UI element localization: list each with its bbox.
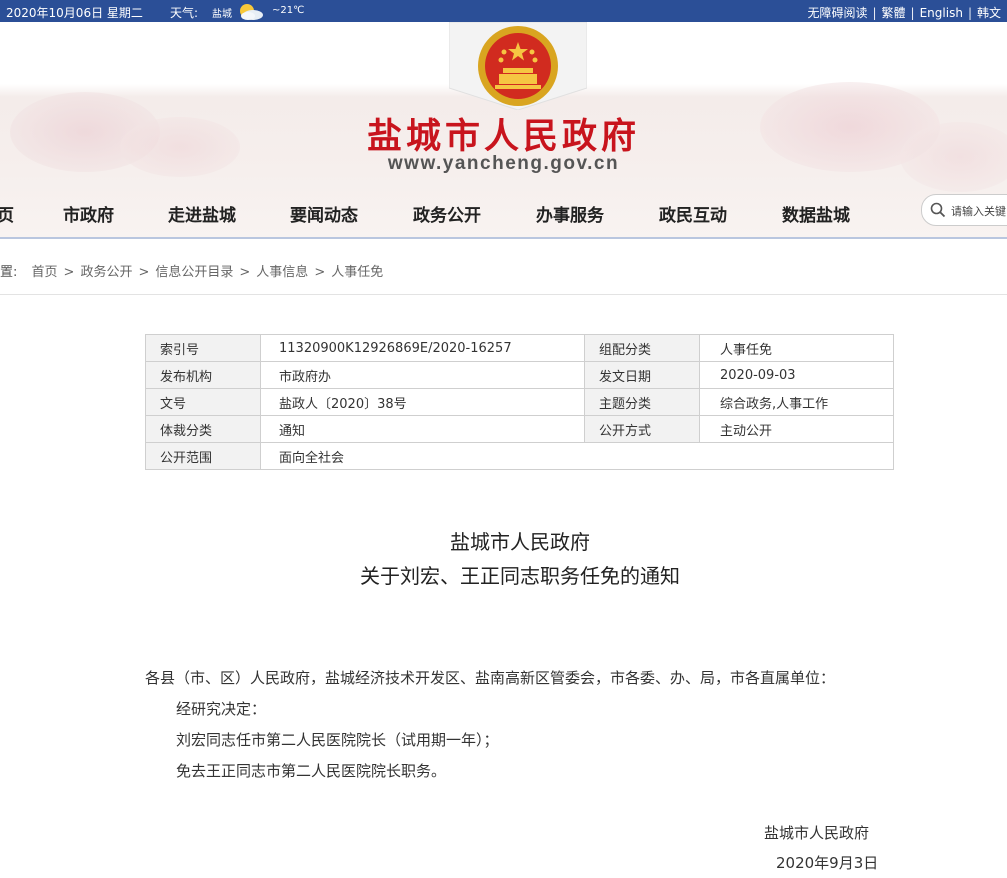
document-meta-table: 索引号 11320900K12926869E/2020-16257 组配分类 人…: [145, 334, 894, 470]
nav-divider: [0, 237, 1007, 239]
current-date: 2020年10月06日 星期二: [6, 6, 143, 20]
table-row: 文号 盐政人〔2020〕38号 主题分类 综合政务,人事工作: [145, 388, 894, 416]
weather-label: 天气:: [170, 6, 199, 20]
article-paragraph: 刘宏同志任市第二人民医院院长（试用期一年）；: [176, 731, 499, 749]
nav-item-city-government[interactable]: 市政府: [63, 201, 114, 226]
traditional-chinese-link[interactable]: 繁體: [882, 6, 906, 20]
article-date: 2020年9月3日: [776, 854, 879, 872]
meta-label: 索引号: [145, 334, 261, 362]
breadcrumb-info-directory[interactable]: 信息公开目录: [155, 265, 233, 280]
meta-label: 公开方式: [584, 415, 700, 443]
article-title-line2: 关于刘宏、王正同志职务任免的通知: [360, 564, 680, 588]
nav-item-news[interactable]: 要闻动态: [290, 201, 358, 226]
nav-item-government-affairs[interactable]: 政务公开: [413, 201, 481, 226]
breadcrumb-prefix: 置:: [0, 265, 18, 280]
meta-label: 公开范围: [145, 442, 261, 470]
english-link[interactable]: English: [920, 6, 963, 20]
nav-item-interaction[interactable]: 政民互动: [659, 201, 727, 226]
meta-value: 市政府办: [260, 361, 585, 389]
nav-item-services[interactable]: 办事服务: [536, 201, 604, 226]
meta-value: 11320900K12926869E/2020-16257: [260, 334, 585, 362]
article-signature: 盐城市人民政府: [764, 824, 870, 842]
meta-label: 发文日期: [584, 361, 700, 389]
korean-link[interactable]: 韩文: [977, 6, 1001, 20]
article-paragraph: 免去王正同志市第二人民医院院长职务。: [176, 762, 447, 780]
breadcrumb-government-affairs[interactable]: 政务公开: [80, 265, 132, 280]
meta-value: 盐政人〔2020〕38号: [260, 388, 585, 416]
breadcrumb-home[interactable]: 首页: [32, 265, 58, 280]
article-title-line1: 盐城市人民政府: [450, 530, 590, 554]
nav-item-data[interactable]: 数据盐城: [782, 201, 850, 226]
meta-label: 体裁分类: [145, 415, 261, 443]
meta-label: 文号: [145, 388, 261, 416]
site-name: 盐城市人民政府: [366, 116, 640, 157]
meta-label: 发布机构: [145, 361, 261, 389]
article-paragraph: 经研究决定：: [176, 700, 267, 718]
top-bar: 2020年10月06日 星期二 天气: 盐城 ~21℃ 无障碍阅读 | 繁體 | Eng…: [0, 0, 1007, 22]
breadcrumb: 置: 首页 > 政务公开 > 信息公开目录 > 人事信息 > 人事任免: [0, 265, 384, 280]
weather-temperature: ~21℃: [272, 5, 305, 16]
table-row: 发布机构 市政府办 发文日期 2020-09-03: [145, 361, 894, 389]
weather-city: 盐城: [212, 9, 232, 20]
search-icon[interactable]: [930, 202, 946, 218]
table-row: 索引号 11320900K12926869E/2020-16257 组配分类 人…: [145, 334, 894, 362]
search-placeholder: 请输入关键: [951, 205, 1006, 218]
breadcrumb-personnel-info[interactable]: 人事信息: [256, 265, 308, 280]
sun-cloud-icon: [235, 2, 265, 20]
breadcrumb-appointments[interactable]: 人事任免: [331, 265, 383, 280]
breadcrumb-divider: [0, 294, 1007, 295]
national-emblem-icon: [448, 22, 588, 111]
meta-value: 主动公开: [699, 415, 894, 443]
site-url: www.yancheng.gov.cn: [387, 153, 620, 174]
article-salutation: 各县（市、区）人民政府，盐城经济技术开发区、盐南高新区管委会，市各委、办、局，市…: [145, 669, 836, 687]
nav-item-about-yancheng[interactable]: 走进盐城: [168, 201, 236, 226]
meta-value: 2020-09-03: [699, 361, 894, 389]
table-row: 公开范围 面向全社会: [145, 442, 894, 470]
top-links: 无障碍阅读 | 繁體 | English | 韩文: [807, 6, 1001, 20]
search-input[interactable]: 请输入关键: [921, 194, 1007, 226]
main-nav: 页 市政府 走进盐城 要闻动态 政务公开 办事服务 政民互动 数据盐城: [0, 190, 1007, 236]
meta-value: 人事任免: [699, 334, 894, 362]
accessibility-link[interactable]: 无障碍阅读: [807, 6, 867, 20]
meta-value: 面向全社会: [260, 442, 894, 470]
nav-item-home[interactable]: 页: [0, 201, 14, 226]
meta-value: 综合政务,人事工作: [699, 388, 894, 416]
meta-label: 主题分类: [584, 388, 700, 416]
meta-value: 通知: [260, 415, 585, 443]
table-row: 体裁分类 通知 公开方式 主动公开: [145, 415, 894, 443]
meta-label: 组配分类: [584, 334, 700, 362]
